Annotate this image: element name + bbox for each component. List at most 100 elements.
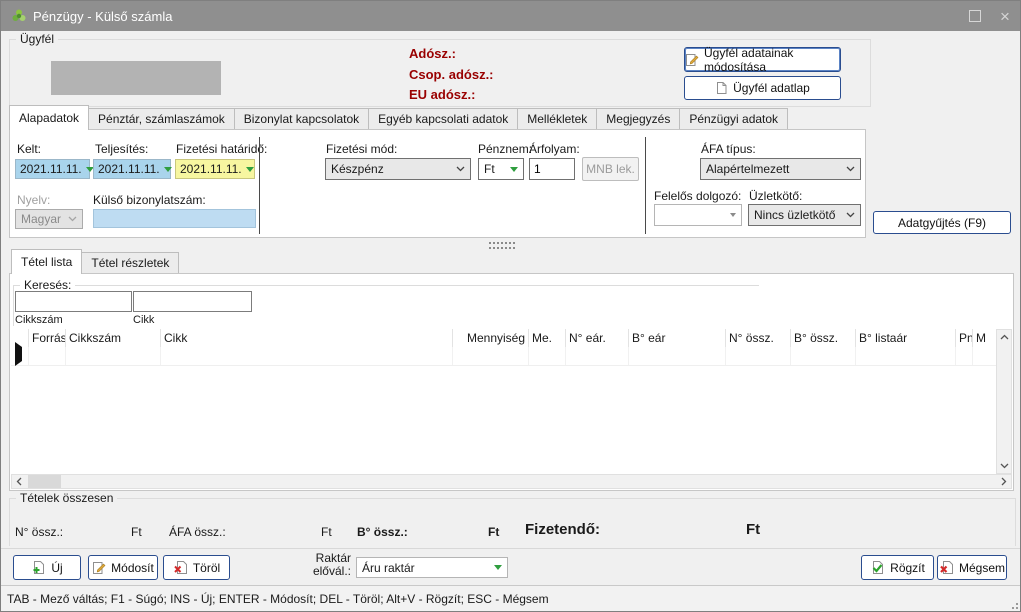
col-header-brutto-listaar[interactable]: B° listaár	[856, 329, 956, 347]
brutto-total-label: B° össz.:	[357, 525, 408, 539]
kelt-datepicker[interactable]: 2021.11.11.	[15, 159, 90, 179]
table-header: Forrás Cikkszám Cikk Mennyiség Me. N° eá…	[11, 329, 996, 348]
netto-total-label: N° össz.:	[15, 525, 63, 539]
customer-edit-label: Ügyfél adatainak módosítása	[704, 46, 840, 74]
afa-tipus-label: ÁFA típus:	[701, 142, 756, 156]
teljesites-label: Teljesítés:	[95, 142, 148, 156]
splitter-handle[interactable]	[489, 242, 515, 251]
afa-tipus-select[interactable]: Alapértelmezett	[700, 158, 861, 180]
dropdown-arrow-icon	[494, 565, 502, 570]
titlebar[interactable]: Pénzügy - Külső számla ×	[1, 1, 1020, 31]
new-item-button[interactable]: Új	[13, 555, 81, 580]
fizetendo-currency: Ft	[746, 521, 760, 538]
nyelv-label: Nyelv:	[17, 193, 50, 207]
dropdown-arrow-icon	[510, 167, 518, 172]
customer-edit-button[interactable]: Ügyfél adatainak módosítása	[684, 47, 841, 72]
check-document-icon	[870, 560, 885, 575]
chevron-down-icon	[846, 166, 855, 172]
col-header-pn[interactable]: Pn.	[956, 329, 973, 347]
tab-penztar-szamlaszamok[interactable]: Pénztár, számlaszámok	[88, 108, 235, 130]
vertical-scrollbar[interactable]	[996, 329, 1012, 474]
scroll-right-icon[interactable]	[996, 474, 1012, 489]
penznem-label: Pénznem:	[478, 142, 532, 156]
scroll-left-icon[interactable]	[11, 474, 27, 489]
col-header-me[interactable]: Me.	[529, 329, 566, 347]
totals-group-label: Tételek összesen	[16, 491, 117, 505]
scroll-up-icon[interactable]	[996, 329, 1012, 345]
col-header-cikkszam[interactable]: Cikkszám	[66, 329, 161, 347]
afa-total-currency: Ft	[321, 525, 332, 539]
tax-number-label: Adósz.:	[409, 46, 456, 61]
group-tax-number-label: Csop. adósz.:	[409, 67, 494, 82]
customer-group-label: Ügyfél	[16, 32, 58, 46]
scrollbar-thumb[interactable]	[28, 475, 61, 488]
form-divider	[645, 137, 646, 234]
tab-tetel-lista[interactable]: Tétel lista	[11, 249, 82, 274]
fizetesi-mod-label: Fizetési mód:	[326, 142, 397, 156]
col-header-brutto-osszeg[interactable]: B° össz.	[791, 329, 856, 347]
search-cikkszam-input[interactable]	[15, 291, 132, 312]
document-icon	[715, 81, 728, 95]
table-row[interactable]	[11, 347, 996, 366]
main-tabstrip: Alapadatok Pénztár, számlaszámok Bizonyl…	[9, 109, 787, 130]
raktar-eloval-select[interactable]: Áru raktár	[356, 557, 508, 578]
statusbar: TAB - Mező váltás; F1 - Súgó; INS - Új; …	[1, 585, 1020, 611]
fizetesi-hatarido-datepicker[interactable]: 2021.11.11.	[175, 159, 255, 179]
customer-datasheet-button[interactable]: Ügyfél adatlap	[684, 76, 841, 100]
arfolyam-input[interactable]	[529, 158, 575, 180]
edit-pencil-icon	[685, 53, 699, 67]
window-title: Pénzügy - Külső számla	[33, 9, 172, 24]
adatgyujtes-button[interactable]: Adatgyűjtés (F9)	[873, 211, 1011, 234]
raktar-eloval-label: Raktár elővál.:	[301, 552, 351, 578]
penznem-select[interactable]: Ft	[478, 158, 524, 180]
resize-grip[interactable]	[1008, 599, 1018, 609]
divider-line	[1, 548, 1020, 549]
col-header-netto-egysegar[interactable]: N° eár.	[566, 329, 629, 347]
close-button[interactable]: ×	[990, 1, 1020, 31]
netto-total-currency: Ft	[131, 525, 142, 539]
col-header-netto-osszeg[interactable]: N° össz.	[726, 329, 791, 347]
modify-item-button[interactable]: Módosít	[88, 555, 158, 580]
chevron-down-icon	[846, 212, 855, 218]
afa-total-label: ÁFA össz.:	[169, 525, 226, 539]
customer-datasheet-label: Ügyfél adatlap	[733, 81, 810, 95]
teljesites-datepicker[interactable]: 2021.11.11.	[93, 159, 171, 179]
felelos-dolgozo-field[interactable]	[654, 204, 742, 226]
chevron-down-icon	[456, 166, 465, 172]
kelt-label: Kelt:	[17, 142, 41, 156]
tab-egyeb-kapcsolati-adatok[interactable]: Egyéb kapcsolati adatok	[368, 108, 518, 130]
form-divider	[259, 137, 260, 234]
col-header-mennyiseg[interactable]: Mennyiség	[453, 329, 529, 347]
uzletkoto-label: Üzletkötő:	[749, 189, 802, 203]
col-header-forras[interactable]: Forrás	[29, 329, 66, 347]
customer-name-redacted	[51, 61, 221, 95]
cancel-button[interactable]: Mégsem	[937, 555, 1007, 580]
edit-pencil-icon	[92, 561, 106, 575]
delete-item-button[interactable]: Töröl	[163, 555, 230, 580]
maximize-button[interactable]	[960, 1, 990, 31]
tab-tetel-reszletek[interactable]: Tétel részletek	[81, 252, 179, 274]
search-cikk-input[interactable]	[133, 291, 252, 312]
statusbar-text: TAB - Mező váltás; F1 - Súgó; INS - Új; …	[7, 592, 549, 606]
tab-mellekletek[interactable]: Mellékletek	[517, 108, 597, 130]
felelos-dolgozo-label: Felelős dolgozó:	[654, 189, 741, 203]
tab-penzugyi-adatok[interactable]: Pénzügyi adatok	[679, 108, 788, 130]
col-header-brutto-egysegar[interactable]: B° eár	[629, 329, 726, 347]
dropdown-arrow-icon	[730, 213, 736, 217]
save-button[interactable]: Rögzít	[861, 555, 934, 580]
fizetesi-mod-select[interactable]: Készpénz	[325, 158, 471, 180]
dropdown-arrow-icon	[164, 167, 172, 172]
col-header-cikk[interactable]: Cikk	[161, 329, 453, 347]
current-row-indicator-icon	[15, 342, 22, 366]
tab-alapadatok[interactable]: Alapadatok	[9, 105, 89, 130]
search-cikkszam-label: Cikkszám	[15, 314, 63, 326]
tab-megjegyzes[interactable]: Megjegyzés	[596, 108, 680, 130]
item-tabstrip: Tétel lista Tétel részletek	[11, 253, 178, 274]
tab-bizonylat-kapcsolatok[interactable]: Bizonylat kapcsolatok	[234, 108, 369, 130]
uzletkoto-select[interactable]: Nincs üzletkötő	[748, 204, 861, 226]
app-icon	[11, 8, 27, 24]
col-header-m[interactable]: M	[973, 329, 991, 347]
horizontal-scrollbar[interactable]	[11, 474, 1012, 489]
scroll-down-icon[interactable]	[996, 458, 1012, 474]
kulso-bizonylatszam-input[interactable]	[93, 209, 256, 228]
